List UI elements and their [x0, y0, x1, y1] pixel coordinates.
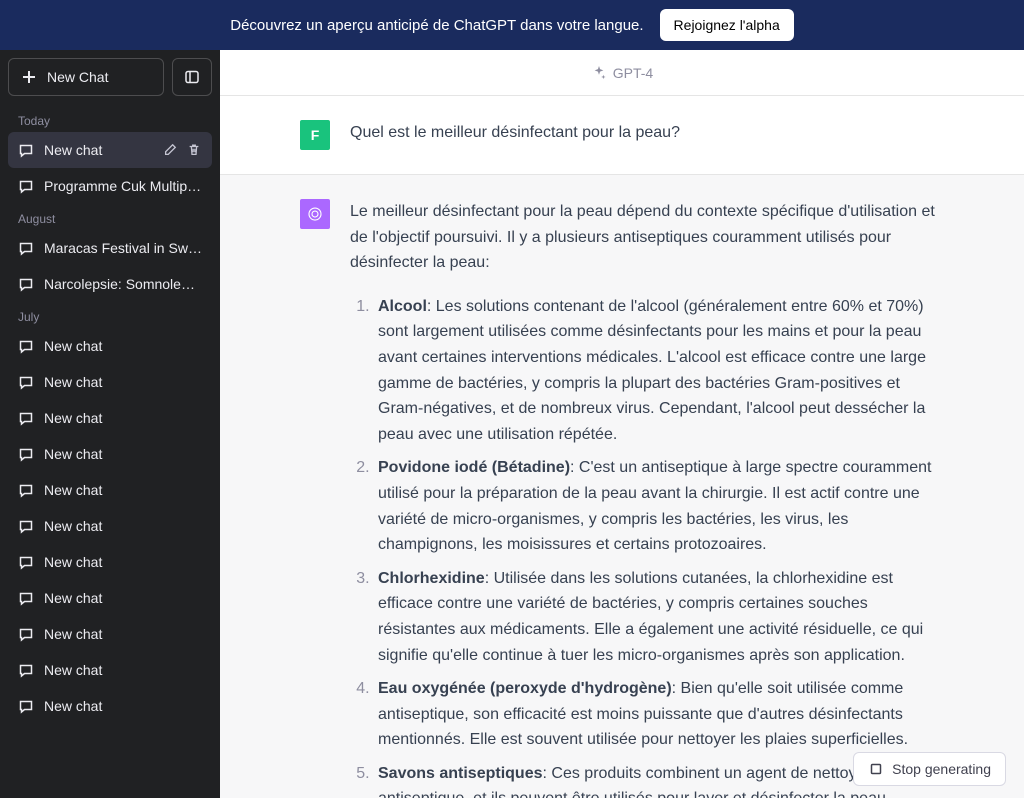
sidebar-chat-item[interactable]: New chat	[8, 328, 212, 364]
stop-generating-label: Stop generating	[892, 761, 991, 777]
assistant-list-item: Povidone iodé (Bétadine): C'est un antis…	[374, 455, 944, 557]
sidebar-top: New Chat	[8, 58, 212, 96]
chat-icon	[18, 178, 34, 194]
chat-item-label: New chat	[44, 482, 202, 498]
sidebar: New Chat Today New chat Programme Cuk Mult…	[0, 50, 220, 798]
chat-item-label: New chat	[44, 626, 202, 642]
sidebar-chat-item[interactable]: New chat	[8, 472, 212, 508]
chat-item-label: New chat	[44, 374, 202, 390]
chat-item-label: New chat	[44, 590, 202, 606]
sidebar-chat-item[interactable]: Programme Cuk Multiplic'?	[8, 168, 212, 204]
sidebar-chat-item[interactable]: New chat	[8, 544, 212, 580]
chat-item-label: New chat	[44, 446, 202, 462]
chat-item-label: New chat	[44, 554, 202, 570]
assistant-message-body: Le meilleur désinfectant pour la peau dé…	[350, 199, 1024, 798]
alpha-banner: Découvrez un aperçu anticipé de ChatGPT …	[0, 0, 1024, 50]
new-chat-label: New Chat	[47, 69, 108, 85]
chat-item-label: New chat	[44, 142, 152, 158]
chat-item-label: New chat	[44, 518, 202, 534]
sidebar-sections: Today New chat Programme Cuk Multiplic'? Au…	[8, 106, 212, 724]
sidebar-section-label: Today	[8, 106, 212, 132]
sparkle-icon	[591, 65, 607, 81]
edit-icon[interactable]	[162, 142, 178, 158]
model-bar: GPT-4	[220, 50, 1024, 96]
chat-icon	[18, 554, 34, 570]
chat-icon	[18, 662, 34, 678]
stop-icon	[868, 761, 884, 777]
sidebar-chat-item[interactable]: New chat	[8, 652, 212, 688]
chat-item-actions	[162, 142, 202, 158]
assistant-avatar	[300, 199, 330, 229]
chat-item-label: New chat	[44, 338, 202, 354]
chat-icon	[18, 142, 34, 158]
assistant-list: Alcool: Les solutions contenant de l'alc…	[350, 294, 944, 798]
stop-generating-button[interactable]: Stop generating	[853, 752, 1006, 786]
assistant-list-item: Eau oxygénée (peroxyde d'hydrogène): Bie…	[374, 676, 944, 753]
sidebar-chat-item[interactable]: New chat	[8, 580, 212, 616]
sidebar-section-label: July	[8, 302, 212, 328]
chat-icon	[18, 446, 34, 462]
user-message-text: Quel est le meilleur désinfectant pour l…	[350, 120, 1024, 150]
trash-icon[interactable]	[186, 142, 202, 158]
panel-icon	[184, 69, 200, 85]
sidebar-chat-item[interactable]: New chat	[8, 616, 212, 652]
banner-text: Découvrez un aperçu anticipé de ChatGPT …	[230, 17, 643, 34]
sidebar-chat-item[interactable]: New chat	[8, 364, 212, 400]
assistant-intro: Le meilleur désinfectant pour la peau dé…	[350, 199, 944, 276]
chat-item-label: New chat	[44, 698, 202, 714]
chat-icon	[18, 410, 34, 426]
sidebar-collapse-button[interactable]	[172, 58, 212, 96]
chat-item-label: Maracas Festival in Switzerla	[44, 240, 202, 256]
chat-item-label: Narcolepsie: Somnolence et	[44, 276, 202, 292]
app-container: New Chat Today New chat Programme Cuk Mult…	[0, 50, 1024, 798]
chat-item-label: Programme Cuk Multiplic'?	[44, 178, 202, 194]
sidebar-section-label: August	[8, 204, 212, 230]
chat-icon	[18, 276, 34, 292]
conversation: F Quel est le meilleur désinfectant pour…	[220, 96, 1024, 798]
assistant-list-item: Chlorhexidine: Utilisée dans les solutio…	[374, 566, 944, 668]
main-panel: GPT-4 F Quel est le meilleur désinfectan…	[220, 50, 1024, 798]
sidebar-chat-item[interactable]: New chat	[8, 436, 212, 472]
banner-join-button[interactable]: Rejoignez l'alpha	[660, 9, 794, 41]
chat-icon	[18, 518, 34, 534]
sidebar-chat-item[interactable]: New chat	[8, 688, 212, 724]
model-label: GPT-4	[613, 65, 653, 81]
sidebar-chat-item[interactable]: New chat	[8, 400, 212, 436]
new-chat-button[interactable]: New Chat	[8, 58, 164, 96]
user-avatar: F	[300, 120, 330, 150]
sidebar-chat-item[interactable]: New chat	[8, 132, 212, 168]
plus-icon	[21, 69, 37, 85]
user-message: F Quel est le meilleur désinfectant pour…	[220, 96, 1024, 174]
chat-icon	[18, 338, 34, 354]
chat-icon	[18, 240, 34, 256]
sidebar-chat-item[interactable]: Narcolepsie: Somnolence et	[8, 266, 212, 302]
chat-item-label: New chat	[44, 662, 202, 678]
chat-icon	[18, 626, 34, 642]
chat-icon	[18, 590, 34, 606]
assistant-message: Le meilleur désinfectant pour la peau dé…	[220, 174, 1024, 798]
chat-item-label: New chat	[44, 410, 202, 426]
sidebar-chat-item[interactable]: New chat	[8, 508, 212, 544]
chat-icon	[18, 698, 34, 714]
chat-icon	[18, 374, 34, 390]
chat-icon	[18, 482, 34, 498]
sidebar-chat-item[interactable]: Maracas Festival in Switzerla	[8, 230, 212, 266]
assistant-list-item: Alcool: Les solutions contenant de l'alc…	[374, 294, 944, 448]
